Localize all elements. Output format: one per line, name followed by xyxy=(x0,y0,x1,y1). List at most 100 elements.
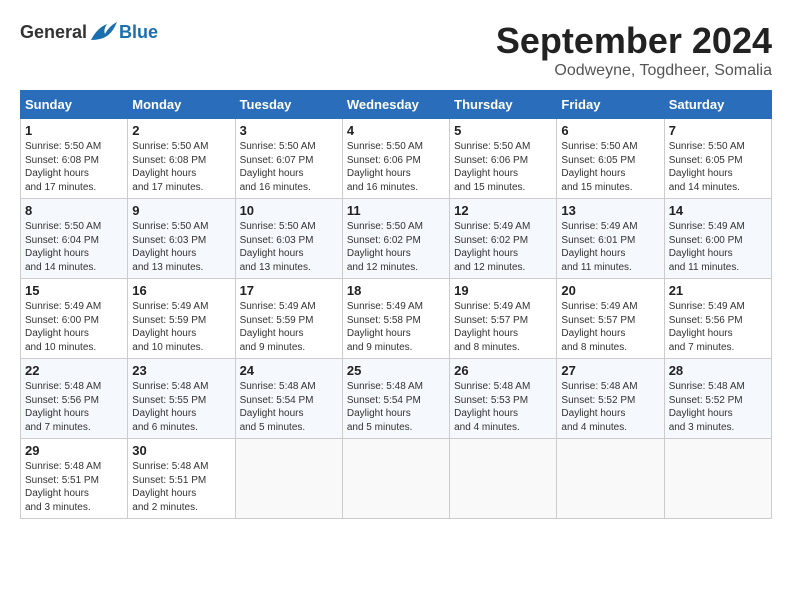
calendar-cell: 2 Sunrise: 5:50 AMSunset: 6:08 PMDayligh… xyxy=(128,119,235,199)
calendar-cell xyxy=(664,439,771,519)
day-number: 3 xyxy=(240,123,338,138)
day-detail: Sunrise: 5:50 AMSunset: 6:05 PMDaylight … xyxy=(561,141,637,193)
day-number: 19 xyxy=(454,283,552,298)
day-number: 15 xyxy=(25,283,123,298)
calendar-week-row: 22 Sunrise: 5:48 AMSunset: 5:56 PMDaylig… xyxy=(21,359,772,439)
calendar-cell xyxy=(342,439,449,519)
day-number: 4 xyxy=(347,123,445,138)
day-detail: Sunrise: 5:50 AMSunset: 6:02 PMDaylight … xyxy=(347,221,423,273)
calendar-cell: 27 Sunrise: 5:48 AMSunset: 5:52 PMDaylig… xyxy=(557,359,664,439)
day-detail: Sunrise: 5:48 AMSunset: 5:54 PMDaylight … xyxy=(347,381,423,433)
calendar-cell: 26 Sunrise: 5:48 AMSunset: 5:53 PMDaylig… xyxy=(450,359,557,439)
day-detail: Sunrise: 5:48 AMSunset: 5:56 PMDaylight … xyxy=(25,381,101,433)
calendar-cell: 3 Sunrise: 5:50 AMSunset: 6:07 PMDayligh… xyxy=(235,119,342,199)
logo: General Blue xyxy=(20,20,158,44)
day-number: 1 xyxy=(25,123,123,138)
location-subtitle: Oodweyne, Togdheer, Somalia xyxy=(496,62,772,80)
day-number: 18 xyxy=(347,283,445,298)
day-number: 26 xyxy=(454,363,552,378)
logo-bird-icon xyxy=(89,20,119,44)
day-number: 14 xyxy=(669,203,767,218)
day-number: 9 xyxy=(132,203,230,218)
calendar-cell: 10 Sunrise: 5:50 AMSunset: 6:03 PMDaylig… xyxy=(235,199,342,279)
weekday-header-thursday: Thursday xyxy=(450,91,557,119)
weekday-header-saturday: Saturday xyxy=(664,91,771,119)
day-detail: Sunrise: 5:48 AMSunset: 5:52 PMDaylight … xyxy=(561,381,637,433)
logo-general: General xyxy=(20,22,87,43)
day-number: 13 xyxy=(561,203,659,218)
day-detail: Sunrise: 5:49 AMSunset: 6:02 PMDaylight … xyxy=(454,221,530,273)
weekday-header-wednesday: Wednesday xyxy=(342,91,449,119)
calendar-cell: 1 Sunrise: 5:50 AMSunset: 6:08 PMDayligh… xyxy=(21,119,128,199)
day-number: 23 xyxy=(132,363,230,378)
calendar-week-row: 15 Sunrise: 5:49 AMSunset: 6:00 PMDaylig… xyxy=(21,279,772,359)
day-detail: Sunrise: 5:49 AMSunset: 5:57 PMDaylight … xyxy=(561,301,637,353)
day-number: 25 xyxy=(347,363,445,378)
day-detail: Sunrise: 5:48 AMSunset: 5:54 PMDaylight … xyxy=(240,381,316,433)
day-number: 8 xyxy=(25,203,123,218)
day-detail: Sunrise: 5:50 AMSunset: 6:06 PMDaylight … xyxy=(347,141,423,193)
calendar-cell: 9 Sunrise: 5:50 AMSunset: 6:03 PMDayligh… xyxy=(128,199,235,279)
calendar-cell: 30 Sunrise: 5:48 AMSunset: 5:51 PMDaylig… xyxy=(128,439,235,519)
day-number: 12 xyxy=(454,203,552,218)
page-header: General Blue September 2024 Oodweyne, To… xyxy=(20,20,772,80)
day-detail: Sunrise: 5:48 AMSunset: 5:52 PMDaylight … xyxy=(669,381,745,433)
day-detail: Sunrise: 5:48 AMSunset: 5:53 PMDaylight … xyxy=(454,381,530,433)
calendar-cell: 11 Sunrise: 5:50 AMSunset: 6:02 PMDaylig… xyxy=(342,199,449,279)
day-number: 6 xyxy=(561,123,659,138)
calendar-table: SundayMondayTuesdayWednesdayThursdayFrid… xyxy=(20,90,772,519)
calendar-cell: 24 Sunrise: 5:48 AMSunset: 5:54 PMDaylig… xyxy=(235,359,342,439)
calendar-cell: 5 Sunrise: 5:50 AMSunset: 6:06 PMDayligh… xyxy=(450,119,557,199)
day-number: 28 xyxy=(669,363,767,378)
day-number: 10 xyxy=(240,203,338,218)
calendar-cell: 19 Sunrise: 5:49 AMSunset: 5:57 PMDaylig… xyxy=(450,279,557,359)
day-detail: Sunrise: 5:49 AMSunset: 5:56 PMDaylight … xyxy=(669,301,745,353)
weekday-header-monday: Monday xyxy=(128,91,235,119)
day-detail: Sunrise: 5:49 AMSunset: 5:59 PMDaylight … xyxy=(132,301,208,353)
calendar-cell: 22 Sunrise: 5:48 AMSunset: 5:56 PMDaylig… xyxy=(21,359,128,439)
day-detail: Sunrise: 5:50 AMSunset: 6:06 PMDaylight … xyxy=(454,141,530,193)
calendar-week-row: 8 Sunrise: 5:50 AMSunset: 6:04 PMDayligh… xyxy=(21,199,772,279)
day-number: 11 xyxy=(347,203,445,218)
day-detail: Sunrise: 5:50 AMSunset: 6:08 PMDaylight … xyxy=(132,141,208,193)
calendar-cell: 8 Sunrise: 5:50 AMSunset: 6:04 PMDayligh… xyxy=(21,199,128,279)
calendar-cell xyxy=(450,439,557,519)
calendar-week-row: 29 Sunrise: 5:48 AMSunset: 5:51 PMDaylig… xyxy=(21,439,772,519)
day-detail: Sunrise: 5:49 AMSunset: 5:57 PMDaylight … xyxy=(454,301,530,353)
day-number: 22 xyxy=(25,363,123,378)
day-detail: Sunrise: 5:49 AMSunset: 6:00 PMDaylight … xyxy=(25,301,101,353)
calendar-cell: 6 Sunrise: 5:50 AMSunset: 6:05 PMDayligh… xyxy=(557,119,664,199)
weekday-header-tuesday: Tuesday xyxy=(235,91,342,119)
day-number: 16 xyxy=(132,283,230,298)
day-detail: Sunrise: 5:50 AMSunset: 6:04 PMDaylight … xyxy=(25,221,101,273)
day-number: 17 xyxy=(240,283,338,298)
calendar-cell: 20 Sunrise: 5:49 AMSunset: 5:57 PMDaylig… xyxy=(557,279,664,359)
calendar-cell: 7 Sunrise: 5:50 AMSunset: 6:05 PMDayligh… xyxy=(664,119,771,199)
day-number: 7 xyxy=(669,123,767,138)
day-number: 20 xyxy=(561,283,659,298)
calendar-cell: 29 Sunrise: 5:48 AMSunset: 5:51 PMDaylig… xyxy=(21,439,128,519)
calendar-cell: 25 Sunrise: 5:48 AMSunset: 5:54 PMDaylig… xyxy=(342,359,449,439)
calendar-cell xyxy=(235,439,342,519)
calendar-cell: 14 Sunrise: 5:49 AMSunset: 6:00 PMDaylig… xyxy=(664,199,771,279)
calendar-cell: 16 Sunrise: 5:49 AMSunset: 5:59 PMDaylig… xyxy=(128,279,235,359)
calendar-cell: 13 Sunrise: 5:49 AMSunset: 6:01 PMDaylig… xyxy=(557,199,664,279)
day-detail: Sunrise: 5:49 AMSunset: 6:00 PMDaylight … xyxy=(669,221,745,273)
day-detail: Sunrise: 5:50 AMSunset: 6:03 PMDaylight … xyxy=(240,221,316,273)
day-detail: Sunrise: 5:49 AMSunset: 5:59 PMDaylight … xyxy=(240,301,316,353)
calendar-cell: 17 Sunrise: 5:49 AMSunset: 5:59 PMDaylig… xyxy=(235,279,342,359)
calendar-cell: 15 Sunrise: 5:49 AMSunset: 6:00 PMDaylig… xyxy=(21,279,128,359)
day-detail: Sunrise: 5:50 AMSunset: 6:07 PMDaylight … xyxy=(240,141,316,193)
day-detail: Sunrise: 5:48 AMSunset: 5:51 PMDaylight … xyxy=(132,461,208,513)
day-number: 29 xyxy=(25,443,123,458)
day-number: 24 xyxy=(240,363,338,378)
calendar-cell: 18 Sunrise: 5:49 AMSunset: 5:58 PMDaylig… xyxy=(342,279,449,359)
day-detail: Sunrise: 5:48 AMSunset: 5:51 PMDaylight … xyxy=(25,461,101,513)
logo-blue: Blue xyxy=(119,22,158,43)
day-number: 2 xyxy=(132,123,230,138)
calendar-cell: 28 Sunrise: 5:48 AMSunset: 5:52 PMDaylig… xyxy=(664,359,771,439)
calendar-cell xyxy=(557,439,664,519)
day-number: 27 xyxy=(561,363,659,378)
day-detail: Sunrise: 5:48 AMSunset: 5:55 PMDaylight … xyxy=(132,381,208,433)
weekday-header-row: SundayMondayTuesdayWednesdayThursdayFrid… xyxy=(21,91,772,119)
